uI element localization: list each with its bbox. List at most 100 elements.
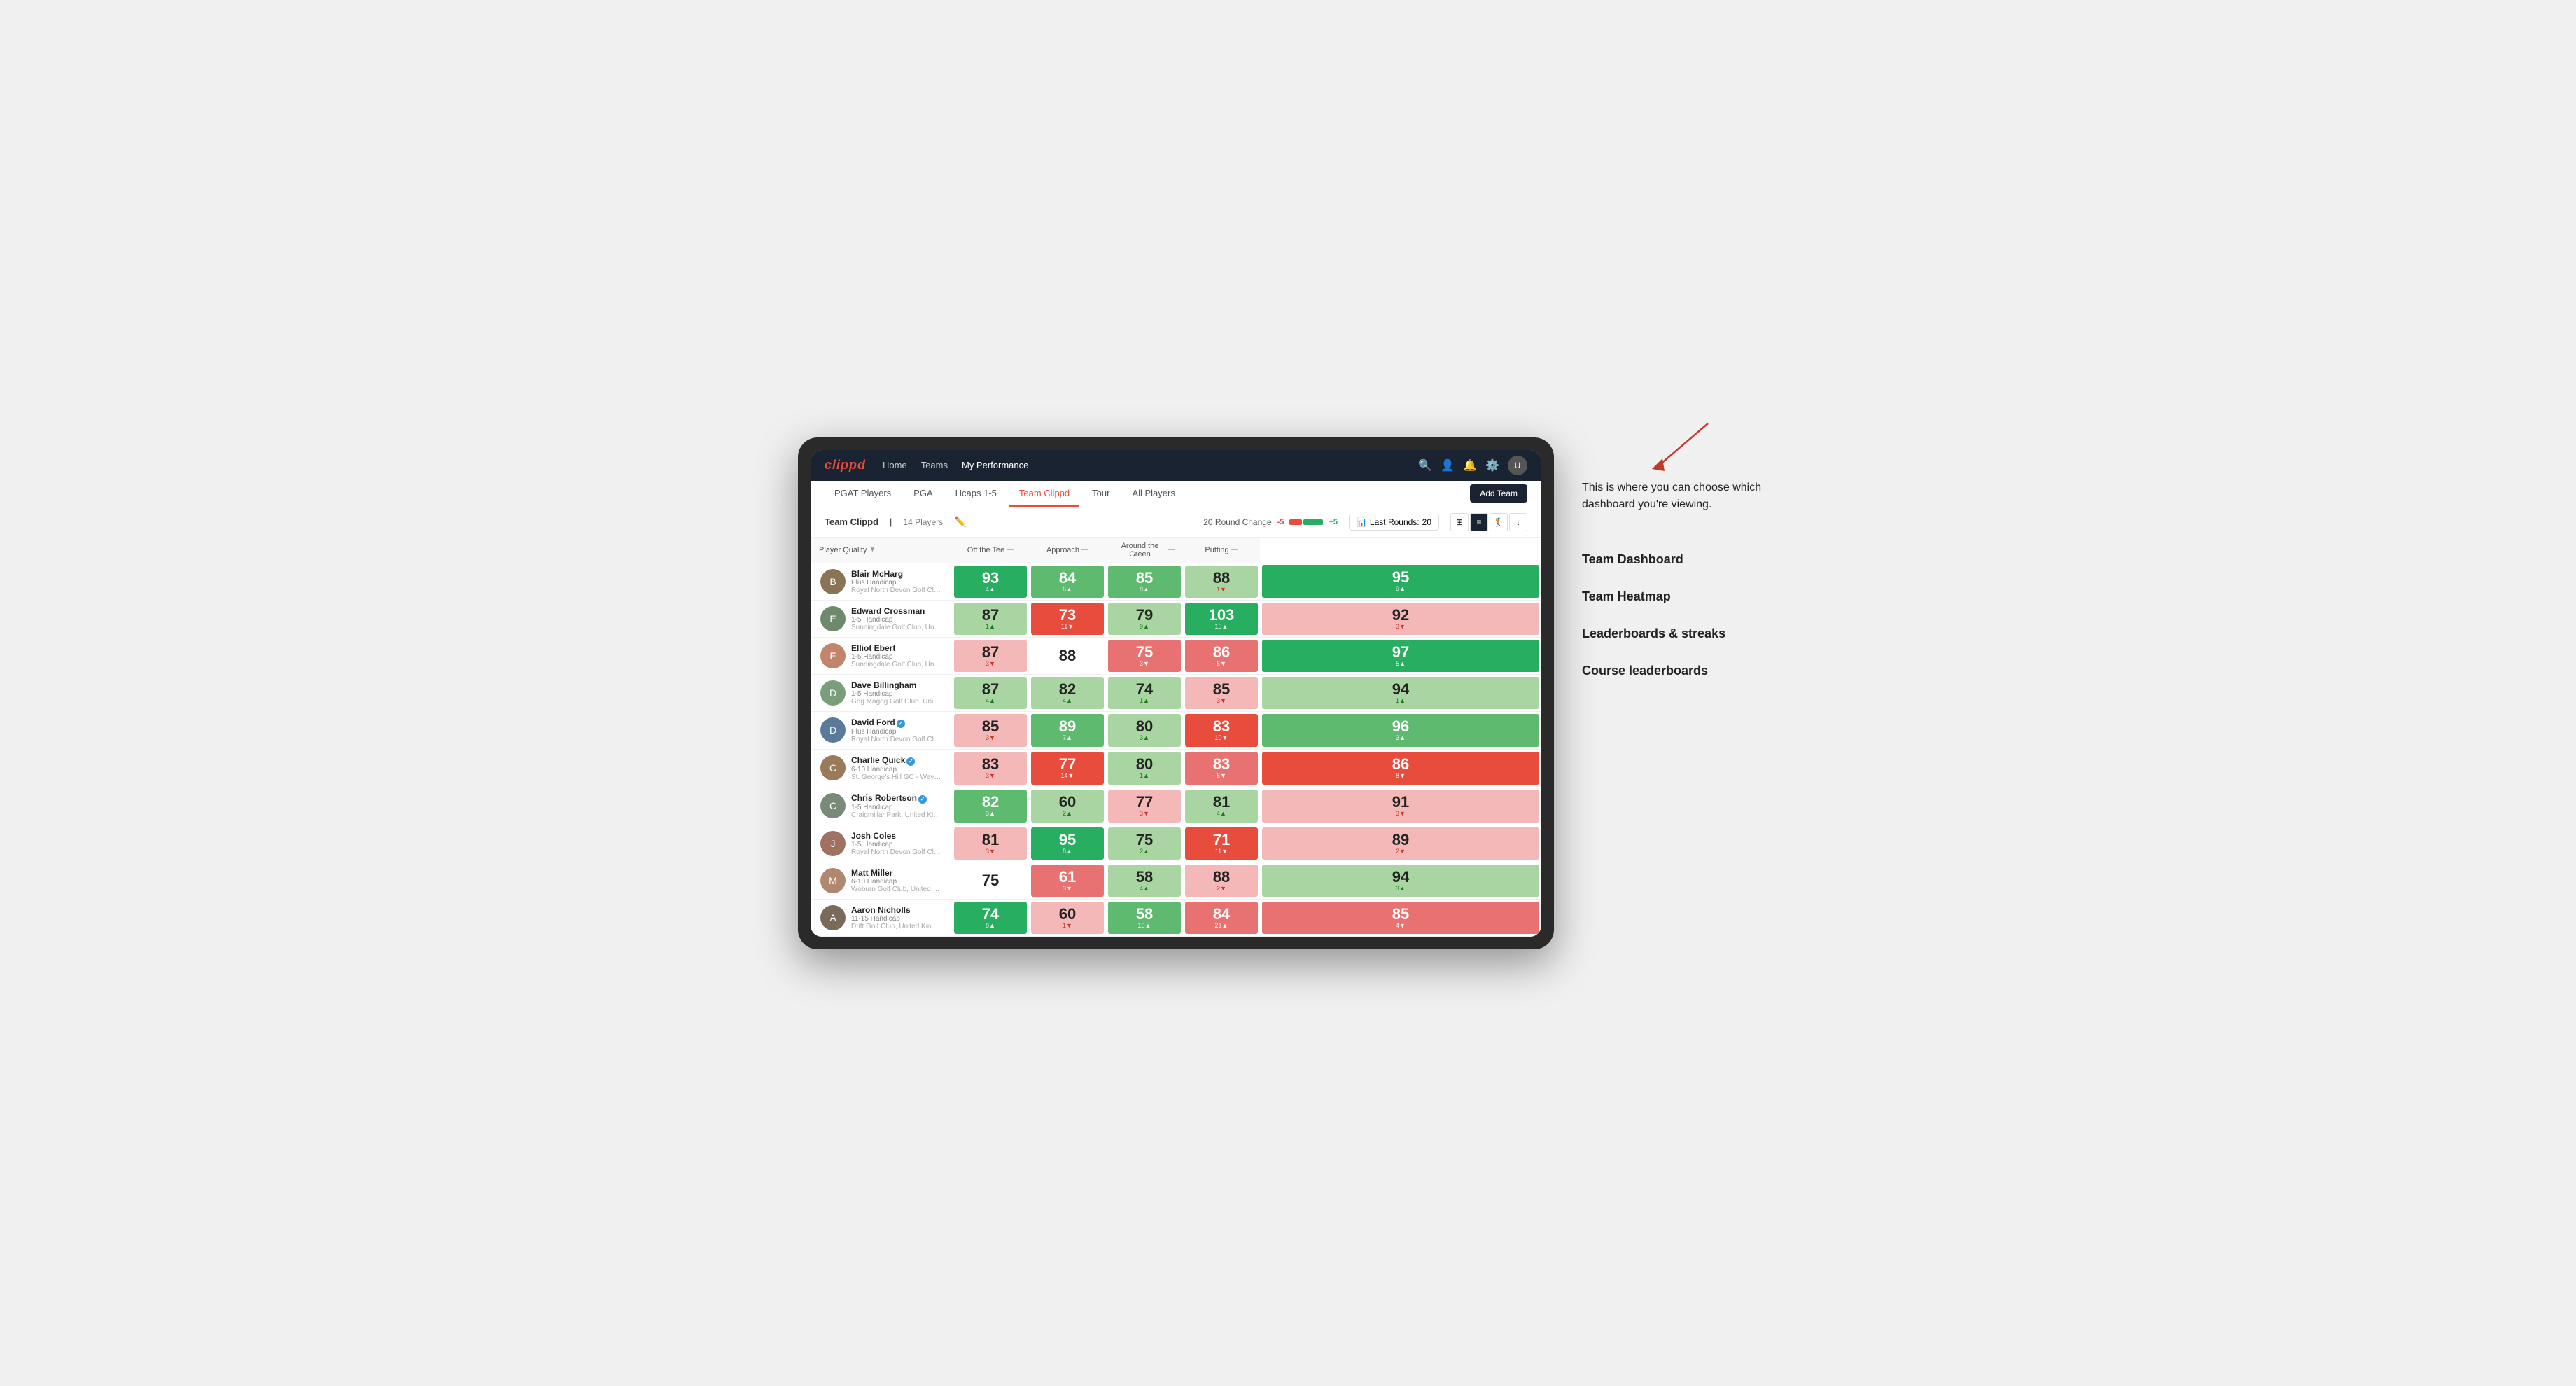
score-number: 73 (1059, 608, 1076, 623)
player-cell-0[interactable]: B Blair McHarg Plus Handicap Royal North… (811, 563, 952, 600)
player-avatar: D (820, 718, 846, 743)
grid-view-button[interactable]: ⊞ (1450, 513, 1469, 531)
score-player_quality-8: 75 (952, 862, 1029, 899)
player-name: Charlie Quick✓ (851, 755, 942, 766)
score-approach-8: 58 4▲ (1106, 862, 1183, 899)
score-inner: 88 1▼ (1185, 566, 1258, 598)
annotation-item-0: Team Dashboard (1582, 541, 1778, 578)
score-change: 6▼ (1217, 660, 1226, 667)
player-avatar: A (820, 905, 846, 930)
player-cell-7[interactable]: J Josh Coles 1-5 Handicap Royal North De… (811, 825, 952, 862)
table-container: Player Quality ▼ Off the Tee — (811, 538, 1541, 937)
score-inner: 77 3▼ (1108, 790, 1181, 822)
score-change: 1▲ (986, 623, 995, 630)
avatar[interactable]: U (1508, 456, 1527, 475)
score-off_tee-2: 88 (1029, 637, 1106, 674)
player-cell-6[interactable]: C Chris Robertson✓ 1-5 Handicap Craigmil… (811, 787, 952, 825)
score-number: 88 (1213, 869, 1230, 885)
score-putting-8: 94 3▲ (1260, 862, 1541, 899)
score-inner: 85 4▼ (1262, 902, 1539, 934)
subnav-tour[interactable]: Tour (1082, 481, 1119, 507)
player-cell-1[interactable]: E Edward Crossman 1-5 Handicap Sunningda… (811, 600, 952, 637)
score-change: 3▲ (1396, 885, 1406, 892)
col-around-green[interactable]: Around the Green — (1106, 538, 1183, 564)
player-cell-4[interactable]: D David Ford✓ Plus Handicap Royal North … (811, 711, 952, 749)
score-putting-0: 95 9▲ (1260, 563, 1541, 600)
last-rounds-button[interactable]: 📊 Last Rounds: 20 (1349, 514, 1439, 531)
score-change: 3▼ (986, 848, 995, 855)
player-info: Josh Coles 1-5 Handicap Royal North Devo… (851, 831, 942, 856)
search-icon[interactable]: 🔍 (1418, 458, 1432, 472)
score-inner: 103 15▲ (1185, 603, 1258, 635)
subnav-pga[interactable]: PGA (904, 481, 942, 507)
score-change: 9▲ (1396, 585, 1406, 592)
table-row: E Elliot Ebert 1-5 Handicap Sunningdale … (811, 637, 1541, 674)
player-cell-5[interactable]: C Charlie Quick✓ 6-10 Handicap St. Georg… (811, 749, 952, 787)
score-number: 94 (1392, 869, 1409, 885)
round-change-label: 20 Round Change (1203, 517, 1271, 527)
col-approach[interactable]: Approach — (1029, 538, 1106, 564)
player-avatar: J (820, 831, 846, 856)
view-icons: ⊞ ≡ 🏌 ↓ (1450, 513, 1527, 531)
edit-icon[interactable]: ✏️ (954, 516, 966, 528)
player-info: Charlie Quick✓ 6-10 Handicap St. George'… (851, 755, 942, 781)
score-number: 89 (1392, 832, 1409, 848)
verified-icon: ✓ (906, 757, 915, 766)
logo: clippd (825, 458, 866, 472)
score-number: 88 (1213, 570, 1230, 586)
export-button[interactable]: ↓ (1509, 513, 1527, 531)
score-inner: 60 2▲ (1031, 790, 1104, 822)
score-change: 9▲ (1140, 623, 1149, 630)
player-cell-3[interactable]: D Dave Billingham 1-5 Handicap Gog Magog… (811, 674, 952, 711)
score-number: 79 (1136, 608, 1153, 623)
table-row: C Chris Robertson✓ 1-5 Handicap Craigmil… (811, 787, 1541, 825)
score-change: 3▲ (986, 810, 995, 817)
col-putting[interactable]: Putting — (1183, 538, 1260, 564)
heatmap-view-button[interactable]: 🏌 (1490, 513, 1508, 531)
score-number: 71 (1213, 832, 1230, 848)
score-player_quality-2: 87 3▼ (952, 637, 1029, 674)
player-cell-2[interactable]: E Elliot Ebert 1-5 Handicap Sunningdale … (811, 637, 952, 674)
score-inner: 80 1▲ (1108, 752, 1181, 785)
settings-icon[interactable]: ⚙️ (1485, 458, 1499, 472)
col-player-quality[interactable]: Player Quality ▼ (811, 538, 952, 564)
score-player_quality-5: 83 3▼ (952, 749, 1029, 787)
score-inner: 83 10▼ (1185, 714, 1258, 747)
score-approach-9: 58 10▲ (1106, 899, 1183, 936)
player-name: David Ford✓ (851, 718, 942, 728)
score-change: 3▼ (1140, 810, 1149, 817)
bell-icon[interactable]: 🔔 (1463, 458, 1477, 472)
table-view-button[interactable]: ≡ (1470, 513, 1488, 531)
score-change: 14▼ (1061, 772, 1074, 779)
player-cell-9[interactable]: A Aaron Nicholls 11-15 Handicap Drift Go… (811, 899, 952, 936)
user-icon[interactable]: 👤 (1441, 458, 1455, 472)
score-change: 11▼ (1215, 848, 1228, 855)
score-inner: 81 4▲ (1185, 790, 1258, 822)
score-number: 96 (1392, 719, 1409, 734)
change-bar (1289, 519, 1323, 525)
nav-my-performance[interactable]: My Performance (962, 460, 1028, 470)
score-number: 95 (1392, 570, 1409, 585)
add-team-button[interactable]: Add Team (1470, 484, 1527, 503)
score-inner: 83 6▼ (1185, 752, 1258, 785)
nav-home[interactable]: Home (883, 460, 907, 470)
subnav-team-clippd[interactable]: Team Clippd (1009, 481, 1079, 507)
nav-teams[interactable]: Teams (921, 460, 948, 470)
score-inner: 75 (954, 864, 1027, 897)
score-change: 4▲ (986, 586, 995, 593)
subnav-pgat[interactable]: PGAT Players (825, 481, 901, 507)
player-name: Elliot Ebert (851, 643, 942, 653)
verified-icon: ✓ (918, 795, 927, 804)
subnav-all-players[interactable]: All Players (1122, 481, 1184, 507)
col-off-tee[interactable]: Off the Tee — (952, 538, 1029, 564)
score-inner: 61 3▼ (1031, 864, 1104, 897)
player-cell-8[interactable]: M Matt Miller 6-10 Handicap Woburn Golf … (811, 862, 952, 899)
score-number: 84 (1059, 570, 1076, 586)
score-inner: 93 4▲ (954, 566, 1027, 598)
subnav-hcaps[interactable]: Hcaps 1-5 (946, 481, 1007, 507)
score-change: 8▲ (986, 922, 995, 929)
team-name: Team Clippd (825, 517, 878, 527)
player-avatar: M (820, 868, 846, 893)
score-inner: 97 5▲ (1262, 640, 1539, 672)
score-approach-1: 79 9▲ (1106, 600, 1183, 637)
